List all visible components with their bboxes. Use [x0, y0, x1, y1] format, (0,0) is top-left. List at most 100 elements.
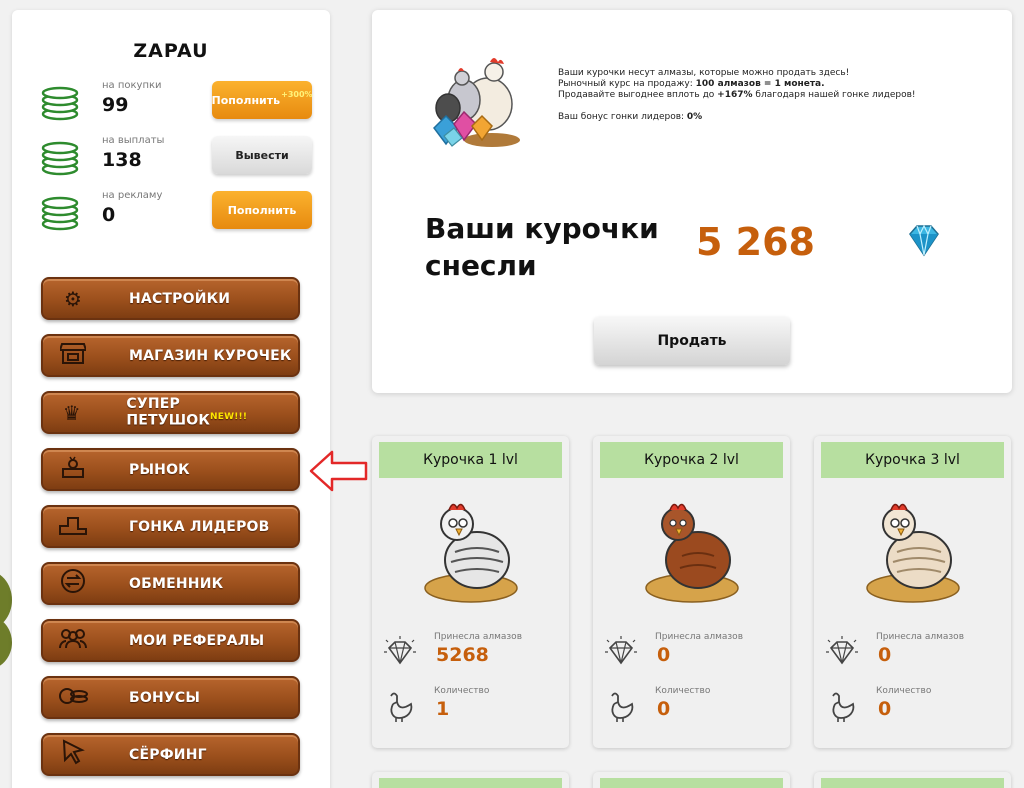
menu-item-surfing[interactable]: СЁРФИНГ	[41, 733, 300, 776]
new-badge: NEW!!!	[210, 412, 248, 423]
topup-ads-button[interactable]: Пополнить	[212, 191, 312, 229]
podium-icon	[43, 513, 103, 540]
diamonds-stat: Принесла алмазов 5268	[382, 632, 562, 676]
hen-card-partial	[372, 772, 569, 788]
menu-item-super-rooster[interactable]: ♛ СУПЕР ПЕТУШОКNEW!!!	[41, 391, 300, 434]
menu-item-label: БОНУСЫ	[129, 689, 201, 706]
exchange-icon	[43, 568, 103, 599]
hen-lvl1-image	[424, 503, 518, 603]
diamond-icon	[605, 636, 637, 665]
menu-item-label: МОИ РЕФЕРАЛЫ	[129, 632, 265, 649]
diamonds-value: 0	[657, 644, 671, 666]
menu-item-market[interactable]: РЫНОК	[41, 448, 300, 491]
menu-item-hen-store[interactable]: МАГАЗИН КУРОЧЕК	[41, 334, 300, 377]
cursor-icon	[43, 739, 103, 770]
bonus-badge: +300%	[281, 89, 313, 99]
gear-icon: ⚙	[64, 286, 82, 311]
hen-outline-icon	[611, 692, 634, 722]
hen-card-title-bar	[379, 778, 562, 788]
hen-outline-icon	[390, 692, 413, 722]
menu-item-leader-race[interactable]: ГОНКА ЛИДЕРОВ	[41, 505, 300, 548]
coin-stack-icon	[41, 86, 79, 121]
hen-card-title: Курочка 3 lvl	[821, 442, 1004, 478]
quantity-label: Количество	[876, 686, 932, 696]
menu-item-label: ГОНКА ЛИДЕРОВ	[129, 518, 270, 535]
button-label: Пополнить	[211, 93, 281, 107]
laid-title: Ваши курочки снесли	[425, 212, 659, 282]
quantity-value: 0	[878, 698, 892, 720]
menu-item-label: СЁРФИНГ	[129, 746, 207, 763]
quantity-stat: Количество 0	[824, 686, 1004, 730]
info-line-1: Ваши курочки несут алмазы, которые можно…	[558, 68, 850, 78]
store-icon	[43, 342, 103, 369]
balance-value: 99	[102, 94, 129, 116]
menu-item-exchanger[interactable]: ОБМЕННИК	[41, 562, 300, 605]
button-label: Вывести	[235, 148, 289, 162]
menu-item-label: НАСТРОЙКИ	[129, 290, 231, 307]
market-card: Ваши курочки несут алмазы, которые можно…	[372, 10, 1012, 393]
coins-icon	[43, 684, 103, 711]
hen-lvl3-image	[866, 503, 960, 603]
hen-card-title-bar	[821, 778, 1004, 788]
hen-card-title-bar	[600, 778, 783, 788]
diamonds-value: 5268	[436, 644, 489, 666]
hen-card-lvl1: Курочка 1 lvl Принесла алмазов 5268 Коли…	[372, 436, 569, 748]
quantity-stat: Количество 0	[603, 686, 783, 730]
diamonds-label: Принесла алмазов	[655, 632, 743, 642]
quantity-stat: Количество 1	[382, 686, 562, 730]
button-label: Пополнить	[227, 203, 297, 217]
quantity-value: 1	[436, 698, 450, 720]
diamonds-value: 0	[878, 644, 892, 666]
info-line-3: Продавайте выгоднее вплоть до +167% благ…	[558, 90, 916, 100]
quantity-label: Количество	[434, 686, 490, 696]
sidebar: ZAPAU на покупки 99 Пополнить +300% на вы…	[12, 10, 330, 788]
diamonds-label: Принесла алмазов	[434, 632, 522, 642]
market-info: Ваши курочки несут алмазы, которые можно…	[558, 68, 916, 123]
quantity-value: 0	[657, 698, 671, 720]
balance-label: на покупки	[102, 80, 162, 91]
balance-value: 138	[102, 149, 142, 171]
hen-card-partial	[593, 772, 790, 788]
balance-payouts: на выплаты 138 Вывести	[38, 135, 313, 180]
balance-label: на выплаты	[102, 135, 165, 146]
withdraw-button[interactable]: Вывести	[212, 136, 312, 174]
menu-item-settings[interactable]: ⚙ НАСТРОЙКИ	[41, 277, 300, 320]
menu-item-label: СУПЕР ПЕТУШОКNEW!!!	[126, 396, 248, 429]
laid-count: 5 268	[696, 220, 815, 264]
balance-purchases: на покупки 99 Пополнить +300%	[38, 80, 313, 125]
market-icon	[43, 455, 103, 484]
hen-card-title: Курочка 1 lvl	[379, 442, 562, 478]
menu-item-bonuses[interactable]: БОНУСЫ	[41, 676, 300, 719]
hen-outline-icon	[832, 692, 855, 722]
coin-stack-icon	[41, 196, 79, 231]
diamonds-stat: Принесла алмазов 0	[824, 632, 1004, 676]
diamonds-stat: Принесла алмазов 0	[603, 632, 783, 676]
menu-item-label: ОБМЕННИК	[129, 575, 224, 592]
decorative-blob	[0, 615, 12, 670]
hens-with-gems-image	[433, 58, 520, 147]
balance-label: на рекламу	[102, 190, 163, 201]
diamond-icon	[384, 636, 416, 665]
hen-lvl2-image	[645, 503, 739, 603]
sell-button[interactable]: Продать	[594, 317, 790, 365]
diamond-icon	[826, 636, 858, 665]
leader-bonus: Ваш бонус гонки лидеров: 0%	[558, 112, 703, 122]
username: ZAPAU	[133, 40, 209, 62]
red-arrow-icon	[309, 450, 368, 492]
diamonds-label: Принесла алмазов	[876, 632, 964, 642]
hen-card-title: Курочка 2 lvl	[600, 442, 783, 478]
menu-item-referrals[interactable]: МОИ РЕФЕРАЛЫ	[41, 619, 300, 662]
balance-ads: на рекламу 0 Пополнить	[38, 190, 313, 235]
hen-card-lvl2: Курочка 2 lvl Принесла алмазов 0 Количес…	[593, 436, 790, 748]
hen-card-lvl3: Курочка 3 lvl Принесла алмазов 0 Количес…	[814, 436, 1011, 748]
topup-purchases-button[interactable]: Пополнить +300%	[211, 81, 313, 119]
menu-item-label: МАГАЗИН КУРОЧЕК	[129, 347, 292, 364]
coin-stack-icon	[41, 141, 79, 176]
balance-value: 0	[102, 204, 116, 226]
quantity-label: Количество	[655, 686, 711, 696]
hen-card-partial	[814, 772, 1011, 788]
users-icon	[43, 627, 103, 654]
menu-item-label: РЫНОК	[129, 461, 190, 478]
info-line-2: Рыночный курс на продажу: 100 алмазов = …	[558, 79, 825, 89]
diamond-icon	[909, 224, 939, 257]
